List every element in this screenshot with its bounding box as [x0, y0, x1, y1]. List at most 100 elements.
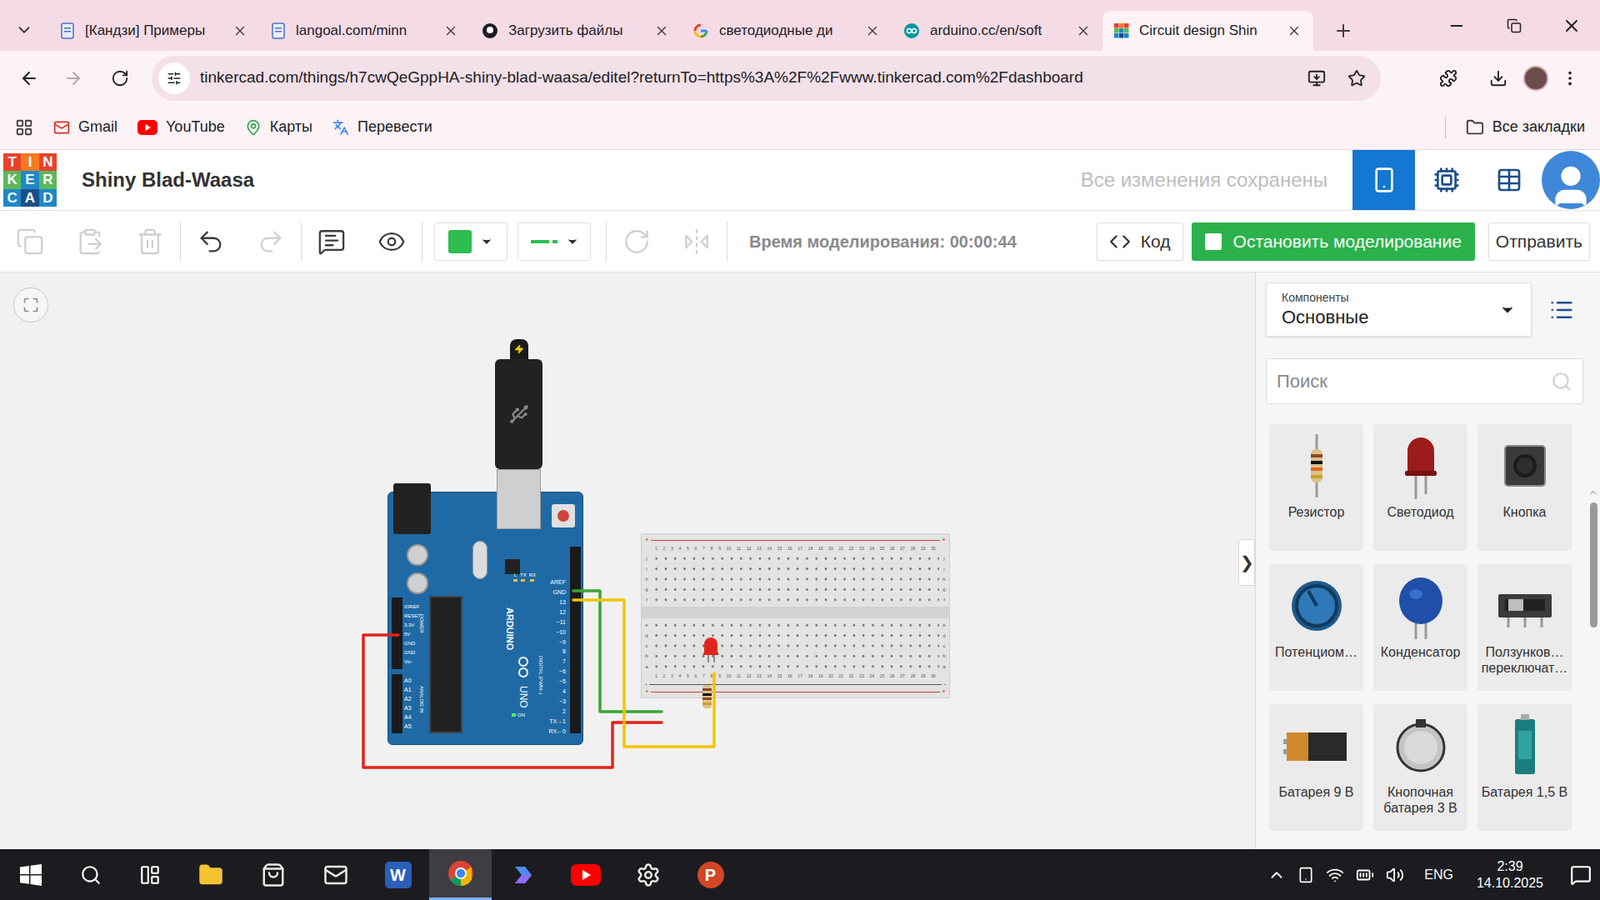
url-field[interactable]: tinkercad.com/things/h7cwQeGppHA-shiny-b…	[151, 55, 1381, 101]
input-language[interactable]: ENG	[1424, 865, 1454, 885]
component-card[interactable]: Ползунков… переключат…	[1477, 564, 1572, 691]
back-button[interactable]	[8, 60, 50, 97]
stop-simulation-button[interactable]: Остановить моделирование	[1191, 222, 1475, 261]
taskbar-store[interactable]	[241, 849, 305, 900]
wire-color-dropdown[interactable]	[434, 222, 508, 261]
taskbar-chrome[interactable]	[429, 849, 492, 900]
taskbar-powerpoint[interactable]: P	[679, 849, 742, 900]
taskbar-search[interactable]	[60, 849, 120, 900]
user-icon	[1547, 162, 1595, 210]
redo-button[interactable]	[240, 210, 301, 272]
browser-tab[interactable]: langoal.com/minn	[259, 10, 470, 51]
copy-button[interactable]	[0, 210, 60, 272]
close-tab-icon[interactable]	[1286, 23, 1302, 39]
all-bookmarks[interactable]: Все закладки	[1465, 115, 1585, 139]
led[interactable]	[704, 637, 718, 663]
taskbar-explorer[interactable]	[179, 849, 242, 900]
browser-tab[interactable]: светодиодные ди	[680, 10, 892, 51]
start-button[interactable]	[0, 849, 61, 900]
delete-button[interactable]	[120, 210, 180, 272]
breadboard[interactable]: ++12345678910111213141516171819202122232…	[640, 533, 950, 699]
bookmark[interactable]: YouTube	[137, 115, 225, 139]
show-hidden-icons[interactable]	[1267, 865, 1286, 885]
circuit-view-button[interactable]	[1352, 150, 1415, 210]
browser-tab[interactable]: Загрузить файлы	[470, 10, 681, 51]
taskbar-copilot[interactable]	[491, 849, 555, 900]
apps-icon[interactable]	[15, 118, 34, 137]
taskbar-settings[interactable]	[616, 849, 680, 900]
capacitor	[406, 572, 429, 595]
close-tab-icon[interactable]	[654, 23, 670, 39]
reset-button[interactable]	[551, 504, 575, 528]
clock[interactable]: 2:3914.10.2025	[1476, 858, 1544, 892]
paste-button[interactable]	[60, 210, 120, 272]
forward-button[interactable]	[50, 60, 97, 97]
panel-scrollbar[interactable]	[1586, 272, 1600, 850]
bookmark[interactable]: Карты	[245, 115, 313, 139]
close-tab-icon[interactable]	[865, 23, 880, 39]
rotate-button[interactable]	[606, 210, 667, 272]
search-field[interactable]: Поиск	[1265, 358, 1584, 405]
taskbar-word[interactable]: W	[366, 849, 430, 900]
youtube-icon	[137, 120, 158, 135]
component-card[interactable]: Кнопочная батарея 3 В	[1373, 704, 1468, 831]
close-tab-icon[interactable]	[232, 23, 248, 39]
wire[interactable]	[363, 635, 662, 768]
taskbar-youtube[interactable]	[554, 849, 617, 900]
task-view[interactable]	[120, 849, 180, 900]
close-tab-icon[interactable]	[1075, 23, 1091, 39]
browser-tab[interactable]: [Кандзи] Примеры	[48, 10, 260, 51]
note-button[interactable]	[301, 210, 362, 272]
reload-button[interactable]	[96, 60, 144, 97]
component-card[interactable]: Батарея 1,5 В	[1477, 704, 1572, 831]
notifications-icon[interactable]	[1570, 864, 1592, 886]
design-title[interactable]: Shiny Blad-Waasa	[81, 165, 255, 195]
google-icon	[692, 22, 710, 40]
minimize-button[interactable]	[1427, 0, 1485, 51]
mirror-button[interactable]	[666, 210, 727, 272]
category-select[interactable]: КомпонентыОсновные	[1265, 282, 1532, 337]
component-card[interactable]: Светодиод	[1373, 424, 1468, 551]
wifi-icon[interactable]	[1325, 865, 1345, 885]
bookmark[interactable]: Перевести	[332, 115, 433, 139]
component-card[interactable]: Конденсатор	[1373, 564, 1468, 691]
browser-menu-button[interactable]	[1548, 69, 1592, 88]
tinkercad-logo[interactable]: TINKERCAD	[3, 153, 57, 207]
browser-tab[interactable]: Circuit design Shin	[1102, 10, 1314, 51]
list-view-button[interactable]	[1477, 150, 1540, 210]
on-label: ON	[511, 712, 525, 718]
taskbar-mail[interactable]	[304, 849, 367, 900]
downloads-button[interactable]	[1473, 69, 1524, 88]
user-avatar[interactable]	[1541, 150, 1600, 210]
fit-view-button[interactable]	[13, 287, 49, 323]
close-tab-icon[interactable]	[443, 23, 459, 39]
component-card[interactable]: Кнопка	[1477, 424, 1572, 551]
visibility-button[interactable]	[361, 210, 422, 272]
component-card[interactable]: Потенциом…	[1269, 564, 1364, 691]
bookmark[interactable]: Gmail	[53, 115, 118, 139]
arduino-uno[interactable]: AREFGND1312~11~10~987~6~54~32TX→1RX←0IOR…	[387, 491, 584, 745]
extensions-button[interactable]	[1423, 69, 1474, 88]
wire-style-dropdown[interactable]	[517, 222, 591, 261]
close-window-button[interactable]	[1542, 0, 1600, 51]
undo-button[interactable]	[180, 210, 241, 272]
profile-avatar[interactable]	[1523, 65, 1549, 91]
restore-button[interactable]	[1485, 0, 1543, 51]
tab-search-button[interactable]	[0, 9, 49, 51]
wire[interactable]	[573, 600, 715, 747]
schematic-view-button[interactable]	[1415, 150, 1478, 210]
resistor[interactable]	[702, 685, 712, 709]
wire[interactable]	[573, 590, 662, 712]
browser-tab[interactable]: arduino.cc/en/soft	[891, 10, 1103, 51]
code-button[interactable]: Код	[1096, 222, 1184, 261]
new-tab-button[interactable]	[1320, 10, 1367, 51]
volume-icon[interactable]	[1385, 865, 1405, 885]
circuit-canvas[interactable]: ++12345678910111213141516171819202122232…	[0, 272, 1255, 850]
component-card[interactable]: Резистор	[1269, 424, 1364, 551]
component-card[interactable]: Батарея 9 В	[1269, 704, 1364, 831]
list-view-button[interactable]	[1545, 293, 1579, 327]
send-button[interactable]: Отправить	[1488, 222, 1590, 261]
bookmark-star-icon[interactable]	[1347, 69, 1366, 88]
panel-toggle[interactable]: ❯	[1238, 539, 1255, 586]
battery-icon[interactable]	[1355, 865, 1375, 885]
